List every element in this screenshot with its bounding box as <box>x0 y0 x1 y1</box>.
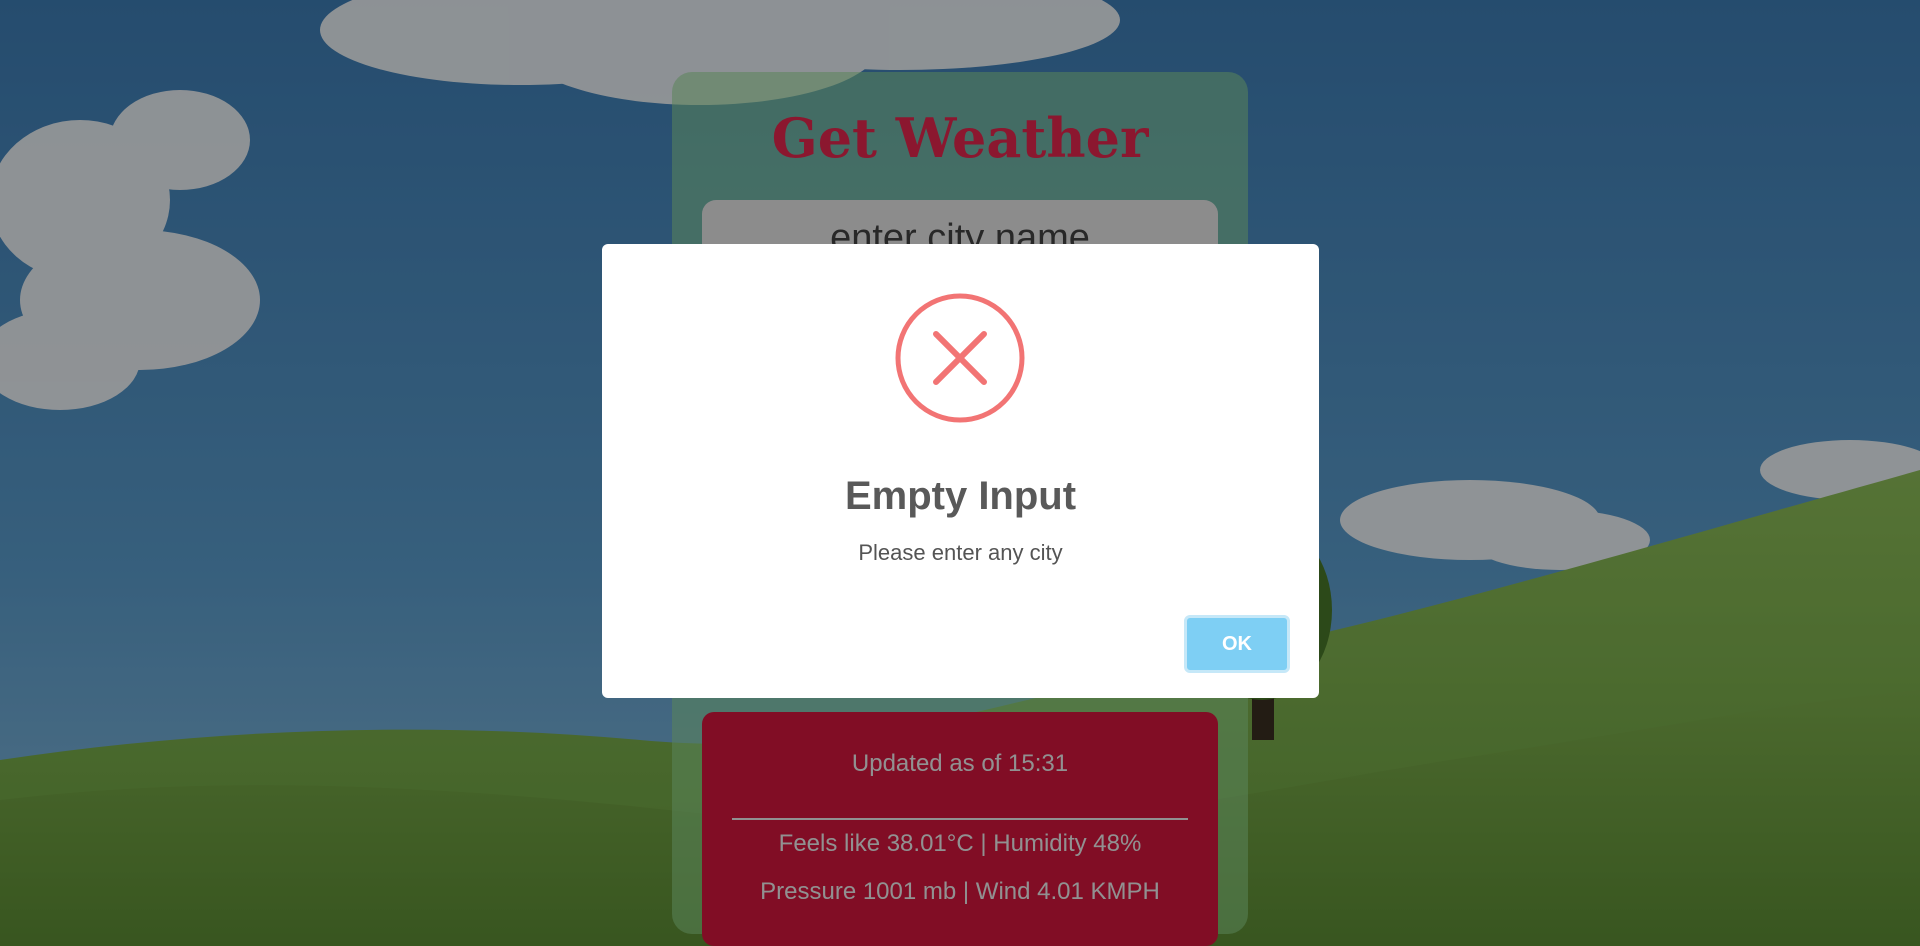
dialog-title: Empty Input <box>844 474 1077 518</box>
ok-button[interactable]: OK <box>1184 615 1290 673</box>
error-x-icon <box>895 293 1025 423</box>
page: Get Weather Updated as of 15:31 Feels li… <box>0 0 1920 946</box>
dialog-message: Please enter any city <box>858 540 1063 565</box>
error-dialog: Empty Input Please enter any city OK <box>602 244 1319 698</box>
